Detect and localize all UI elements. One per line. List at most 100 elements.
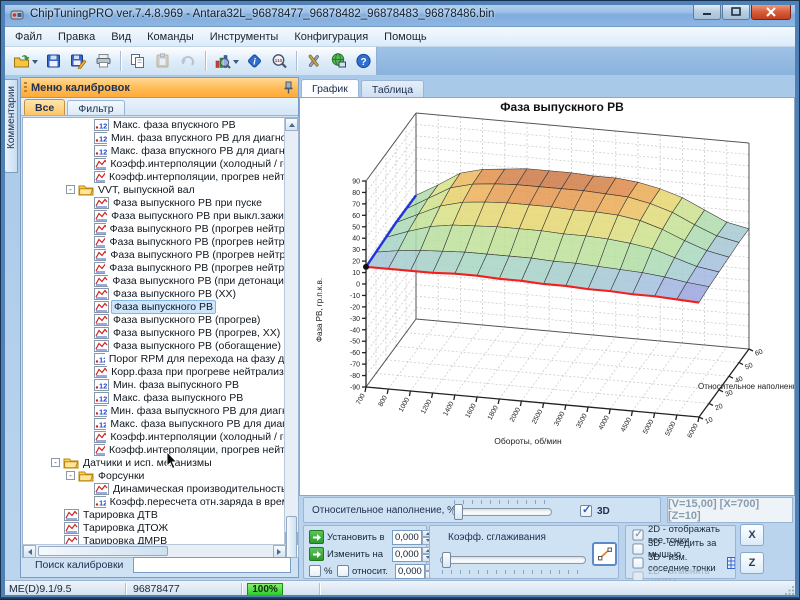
tree-item[interactable]: 12Макс. фаза впускного РВ [23, 118, 286, 131]
smoothing-slider-track[interactable] [440, 556, 586, 564]
toolbar-info-button[interactable]: i [242, 49, 267, 73]
menu-item-1[interactable]: Правка [50, 29, 103, 45]
scroll-up-button[interactable] [285, 118, 298, 131]
tree-item[interactable]: Фаза выпускного РВ (при детонации) [23, 274, 286, 287]
fill-slider[interactable] [452, 504, 552, 520]
menu-item-4[interactable]: Инструменты [202, 29, 287, 45]
tree-folder[interactable]: -VVT, выпускной вал [23, 183, 286, 196]
comments-side-tab[interactable]: Комментарии [4, 79, 18, 173]
menu-item-3[interactable]: Команды [139, 29, 202, 45]
panel-header[interactable]: Меню калибровок [21, 78, 298, 98]
calibration-search-input[interactable] [133, 557, 291, 573]
collapse-expander[interactable]: - [66, 185, 75, 194]
tree-item[interactable]: 12Мин. фаза выпускного РВ [23, 378, 286, 391]
tree-item[interactable]: Фаза выпускного РВ [23, 300, 286, 313]
tree-item[interactable]: Тарировка ДТОЖ [23, 521, 286, 534]
tree-item[interactable]: Фаза выпускного РВ (прогрев, ХХ) [23, 326, 286, 339]
tree-item[interactable]: 12Мин. фаза впускного РВ для диагностики [23, 131, 286, 144]
menu-item-5[interactable]: Конфигурация [286, 29, 376, 45]
tab-Таблица[interactable]: Таблица [361, 80, 424, 97]
tree-item[interactable]: Динамическая производительность [23, 482, 286, 495]
tree-item[interactable]: 12Макс. фаза выпускного РВ для диагности… [23, 417, 286, 430]
svg-text:70: 70 [352, 201, 360, 208]
axis-x-button[interactable]: X [740, 524, 764, 546]
tree-item[interactable]: Корр.фаза при прогреве нейтрализатора [23, 365, 286, 378]
toolbar-chart-view-button[interactable] [209, 49, 234, 73]
tree-item[interactable]: 12Макс. фаза выпускного РВ [23, 391, 286, 404]
toolbar-copy-button[interactable] [125, 49, 150, 73]
tree-item-label: Фаза выпускного РВ (прогрев нейтрал., хо… [109, 236, 286, 248]
surface-3d-chart[interactable]: -90-80-70-60-50-40-30-20-100102030405060… [300, 98, 794, 495]
tree-item[interactable]: 12Макс. фаза впускного РВ для диагностик… [23, 144, 286, 157]
tree-item[interactable]: Коэфф.интерполяции (холодный / горячий ) [23, 157, 286, 170]
tree-item[interactable]: Коэфф.интерполяции, прогрев нейтр. (холо… [23, 170, 286, 183]
option-checkbox-2[interactable] [632, 557, 643, 568]
toolbar-save-edit-button[interactable] [66, 49, 91, 73]
tree-item[interactable]: 12Мин. фаза выпускного РВ для диагностик… [23, 404, 286, 417]
menu-item-2[interactable]: Вид [103, 29, 139, 45]
maximize-button[interactable] [722, 3, 750, 20]
pin-icon[interactable] [282, 81, 294, 99]
toolbar-zoom-bin-button[interactable]: 110 [267, 49, 292, 73]
tree-item[interactable]: Фаза выпускного РВ (прогрев нейтрал., хо… [23, 235, 286, 248]
apply-change-button[interactable] [309, 547, 324, 561]
tree-item[interactable]: Фаза выпускного РВ (обогащение) [23, 339, 286, 352]
collapse-expander[interactable]: - [66, 471, 75, 480]
toolbar-undo-button[interactable] [175, 49, 200, 73]
scroll-thumb[interactable] [286, 516, 297, 558]
close-button[interactable] [751, 3, 791, 20]
toolbar-open-file-button[interactable] [9, 49, 34, 73]
drag-grip[interactable] [24, 82, 27, 94]
tree-item[interactable]: Фаза выпускного РВ (ХХ) [23, 287, 286, 300]
change-by-spinner[interactable]: 0,000 [392, 547, 433, 562]
tree-item[interactable]: Фаза выпускного РВ (прогрев нейтрал., ХХ… [23, 261, 286, 274]
toolbar-help-button[interactable]: ? [351, 49, 376, 73]
tree-item[interactable]: Коэфф.интерполяции, прогрев нейтр. (холо… [23, 443, 286, 456]
tree-item[interactable]: Фаза выпускного РВ при выкл.зажигания [23, 209, 286, 222]
minimize-button[interactable] [693, 3, 721, 20]
tree-item[interactable]: 12Порог RPM для перехода на фазу для реж… [23, 352, 286, 365]
percent-checkbox[interactable] [309, 565, 321, 577]
fill-slider-thumb[interactable] [454, 504, 463, 520]
tab-Все[interactable]: Все [24, 99, 65, 115]
tree-item[interactable]: Фаза выпускного РВ (прогрев нейтрал., ХХ… [23, 248, 286, 261]
relative-checkbox[interactable] [337, 565, 349, 577]
smoothing-slider-thumb[interactable] [442, 552, 451, 568]
mode-3d-checkbox[interactable] [580, 505, 592, 517]
toolbar-tools-button[interactable] [301, 49, 326, 73]
resize-grip[interactable] [785, 585, 795, 595]
tree-item[interactable]: Фаза выпускного РВ (прогрев нейтрализато… [23, 222, 286, 235]
tree-vertical-scrollbar[interactable] [284, 118, 298, 545]
toolbar-save-button[interactable] [41, 49, 66, 73]
tree-item[interactable]: Тарировка ДТВ [23, 508, 286, 521]
fill-slider-track[interactable] [452, 508, 552, 516]
toolbar-network-button[interactable] [326, 49, 351, 73]
value-12-icon: 12 [94, 379, 109, 391]
option-checkbox-1[interactable] [632, 543, 643, 554]
tree-folder[interactable]: -Датчики и исп. механизмы [23, 456, 286, 469]
tree-folder[interactable]: -Форсунки [23, 469, 286, 482]
collapse-expander[interactable]: - [51, 458, 60, 467]
tab-Фильтр[interactable]: Фильтр [67, 100, 124, 115]
axis-z-button[interactable]: Z [740, 552, 764, 574]
toolbar-chart-view-dropdown[interactable] [233, 60, 239, 67]
tree-item-label: Коэфф.интерполяции (холодный / горячий ) [110, 158, 286, 170]
tree-item[interactable]: Фаза выпускного РВ при пуске [23, 196, 286, 209]
option-checkbox-0[interactable] [632, 529, 643, 540]
menu-item-6[interactable]: Помощь [376, 29, 435, 45]
tab-График[interactable]: График [301, 79, 359, 97]
svg-text:6000: 6000 [686, 422, 699, 439]
toolbar-open-file-dropdown[interactable] [32, 60, 38, 67]
toolbar-print-button[interactable] [91, 49, 116, 73]
toolbar-paste-button[interactable] [150, 49, 175, 73]
apply-smoothing-button[interactable] [592, 542, 617, 566]
set-to-spinner[interactable]: 0,000 [392, 530, 433, 545]
menu-item-0[interactable]: Файл [7, 29, 50, 45]
tree-item[interactable]: Коэфф.интерполяции (холодный / горячий ) [23, 430, 286, 443]
chart-area[interactable]: -90-80-70-60-50-40-30-20-100102030405060… [299, 97, 795, 496]
smoothing-slider[interactable] [440, 552, 586, 568]
titlebar[interactable]: ChipTuningPRO ver.7.4.8.969 - Antara32L_… [1, 1, 799, 27]
apply-set-button[interactable] [309, 530, 324, 544]
tree-item[interactable]: 12Коэфф.пересчета отн.заряда в время впр… [23, 495, 286, 508]
tree-item[interactable]: Фаза выпускного РВ (прогрев) [23, 313, 286, 326]
